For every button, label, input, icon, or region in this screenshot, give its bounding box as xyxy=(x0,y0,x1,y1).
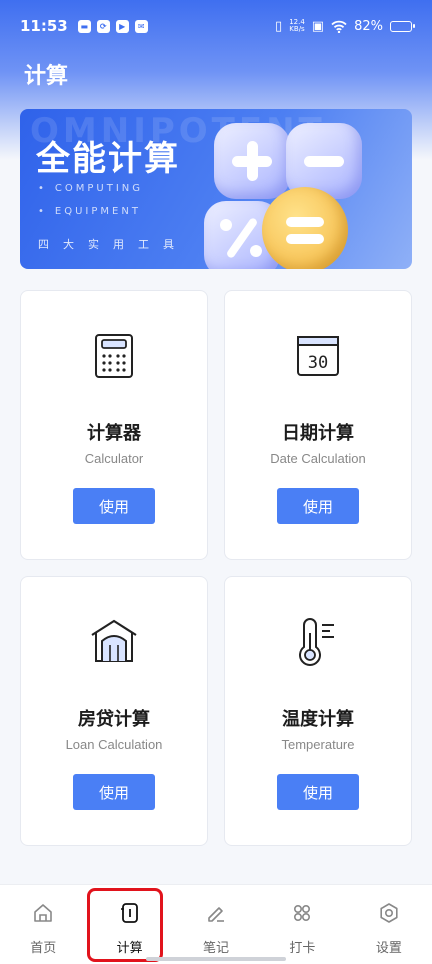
calendar-icon: 30 xyxy=(297,336,339,376)
status-time: 11:53 xyxy=(20,17,68,35)
settings-icon xyxy=(380,903,398,923)
card-title: 日期计算 xyxy=(282,423,354,444)
thermometer-icon xyxy=(299,618,334,666)
card-subtitle: Loan Calculation xyxy=(65,737,163,752)
grid-icon xyxy=(294,905,311,922)
banner-tools-caption: 四大实用工具 xyxy=(38,238,188,251)
play-icon: ▶ xyxy=(115,19,129,33)
battery-icon xyxy=(390,20,415,32)
tab-notes[interactable]: 笔记 xyxy=(173,885,259,964)
card-temperature[interactable]: 温度计算 Temperature 使用 xyxy=(224,576,412,846)
calculator-tab-icon xyxy=(120,903,138,923)
banner-subtitle-1: • COMPUTING xyxy=(38,183,144,194)
card-title: 温度计算 xyxy=(282,709,354,730)
card-title: 计算器 xyxy=(87,423,141,444)
battery-percent: 82% xyxy=(354,18,383,34)
tab-settings[interactable]: 设置 xyxy=(346,885,432,964)
use-button-loan-calculation[interactable]: 使用 xyxy=(73,774,155,810)
mail-icon: ✉ xyxy=(134,19,148,33)
calculator-keys-illustration xyxy=(204,119,404,269)
home-icon xyxy=(34,904,53,922)
banner[interactable]: OMNIPOTENT 全能计算 • COMPUTING • EQUIPMENT 四大… xyxy=(20,109,412,269)
tool-cards: 计算器 Calculator 使用 30 日期计算 Date Calculati… xyxy=(20,290,412,846)
card-loan-calculation[interactable]: 房贷计算 Loan Calculation 使用 xyxy=(20,576,208,846)
sync-icon: ⟳ xyxy=(96,19,110,33)
card-date-calculation[interactable]: 30 日期计算 Date Calculation 使用 xyxy=(224,290,412,560)
use-button-temperature[interactable]: 使用 xyxy=(277,774,359,810)
use-button-date-calculation[interactable]: 使用 xyxy=(277,488,359,524)
pen-icon xyxy=(208,907,225,922)
tab-check-in[interactable]: 打卡 xyxy=(259,885,345,964)
status-bar: 11:53 ▬ ⟳ ▶ ✉ ▯ 12.4 KB/s ▣ 82% xyxy=(0,0,432,52)
banner-subtitle-2: • EQUIPMENT xyxy=(38,206,141,217)
plus-key-icon xyxy=(214,123,290,199)
home-indicator[interactable] xyxy=(146,957,286,961)
card-subtitle: Calculator xyxy=(84,451,144,466)
tab-label: 首页 xyxy=(30,941,57,956)
card-subtitle: Date Calculation xyxy=(270,451,366,466)
network-speed: 12.4 KB/s xyxy=(289,18,305,33)
tab-label: 笔记 xyxy=(203,941,230,956)
card-subtitle: Temperature xyxy=(281,737,355,752)
tab-label: 打卡 xyxy=(289,941,316,956)
wifi-icon xyxy=(331,20,347,33)
svg-text:30: 30 xyxy=(308,353,328,373)
tab-calculate[interactable]: 计算 xyxy=(86,885,172,964)
banner-title: 全能计算 xyxy=(36,139,180,179)
card-calculator[interactable]: 计算器 Calculator 使用 xyxy=(20,290,208,560)
vibrate-icon: ▯ xyxy=(275,18,283,34)
tab-home[interactable]: 首页 xyxy=(0,885,86,964)
nfc-icon: ▣ xyxy=(311,18,325,34)
message-icon: ▬ xyxy=(77,19,91,33)
use-button-calculator[interactable]: 使用 xyxy=(73,488,155,524)
bottom-tab-bar: 首页 计算 笔记 打卡 设置 xyxy=(0,884,432,964)
calculator-icon xyxy=(95,334,133,378)
equals-key-icon xyxy=(262,187,348,269)
tab-label: 计算 xyxy=(116,941,143,956)
tab-label: 设置 xyxy=(375,941,402,956)
page-title: 计算 xyxy=(24,64,69,89)
card-title: 房贷计算 xyxy=(78,709,150,730)
house-icon xyxy=(91,619,137,662)
